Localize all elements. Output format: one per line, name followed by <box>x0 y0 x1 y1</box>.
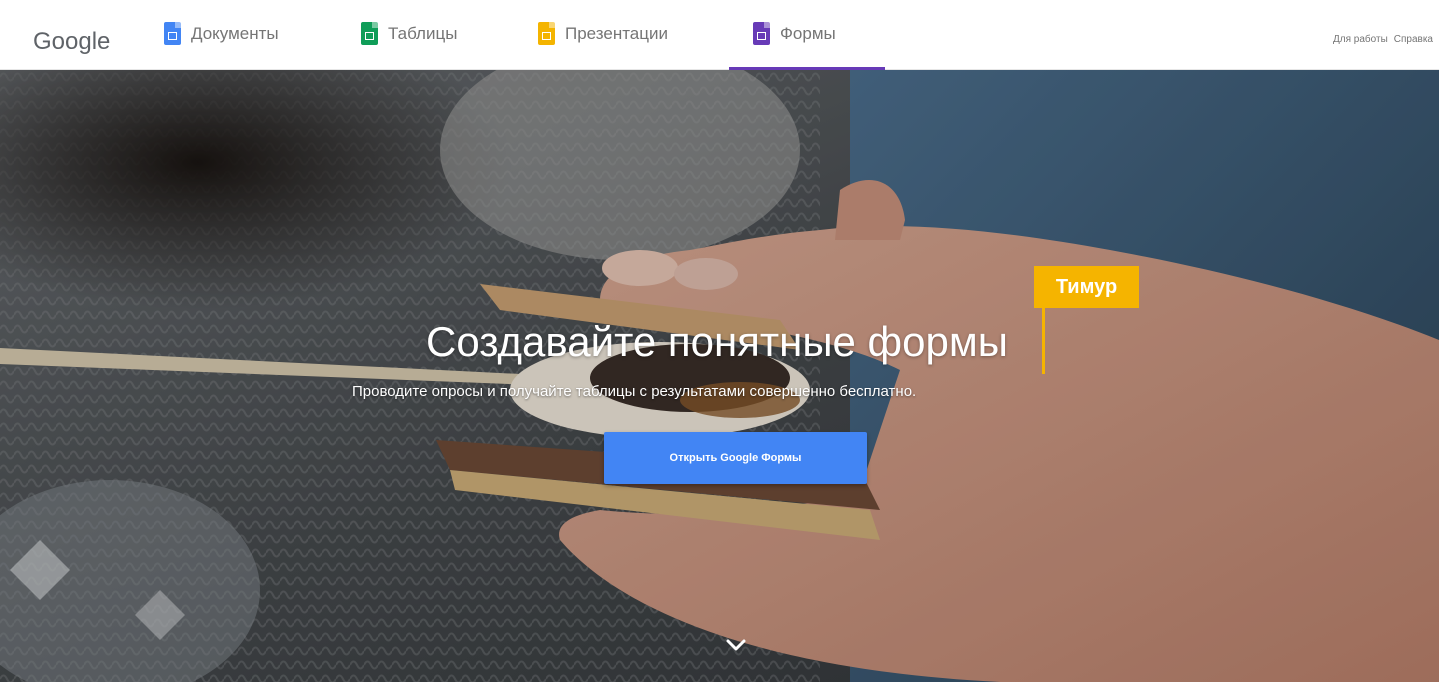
forms-icon <box>753 22 770 45</box>
hero-subtitle: Проводите опросы и получайте таблицы с р… <box>352 383 917 400</box>
tab-docs[interactable]: Документы <box>164 22 314 70</box>
slides-icon <box>538 22 555 45</box>
docs-icon <box>164 22 181 45</box>
top-links: Для работы Справка <box>1333 34 1433 45</box>
tab-sheets[interactable]: Таблицы <box>361 22 491 70</box>
collaborator-cursor-label: Тимур <box>1034 266 1139 308</box>
open-google-forms-button[interactable]: Открыть Google Формы <box>604 432 867 484</box>
hero-background-photo <box>0 70 1439 682</box>
tab-forms-label: Формы <box>780 24 836 43</box>
tab-sheets-label: Таблицы <box>388 24 458 43</box>
google-logo[interactable]: Google <box>33 28 110 56</box>
hero-section: Создавайте понятные формы Проводите опро… <box>0 70 1439 682</box>
sheets-icon <box>361 22 378 45</box>
top-navigation: Google Документы Таблицы Презентации Фор… <box>0 0 1439 70</box>
collaborator-cursor-caret <box>1042 308 1045 374</box>
tab-slides-label: Презентации <box>565 24 668 43</box>
hero-title: Создавайте понятные формы <box>426 318 1008 365</box>
chevron-down-icon[interactable] <box>725 637 747 653</box>
tab-forms[interactable]: Формы <box>729 22 885 70</box>
tab-docs-label: Документы <box>191 24 279 43</box>
for-work-link[interactable]: Для работы <box>1333 34 1388 45</box>
tab-slides[interactable]: Презентации <box>538 22 708 70</box>
help-link[interactable]: Справка <box>1394 34 1433 45</box>
